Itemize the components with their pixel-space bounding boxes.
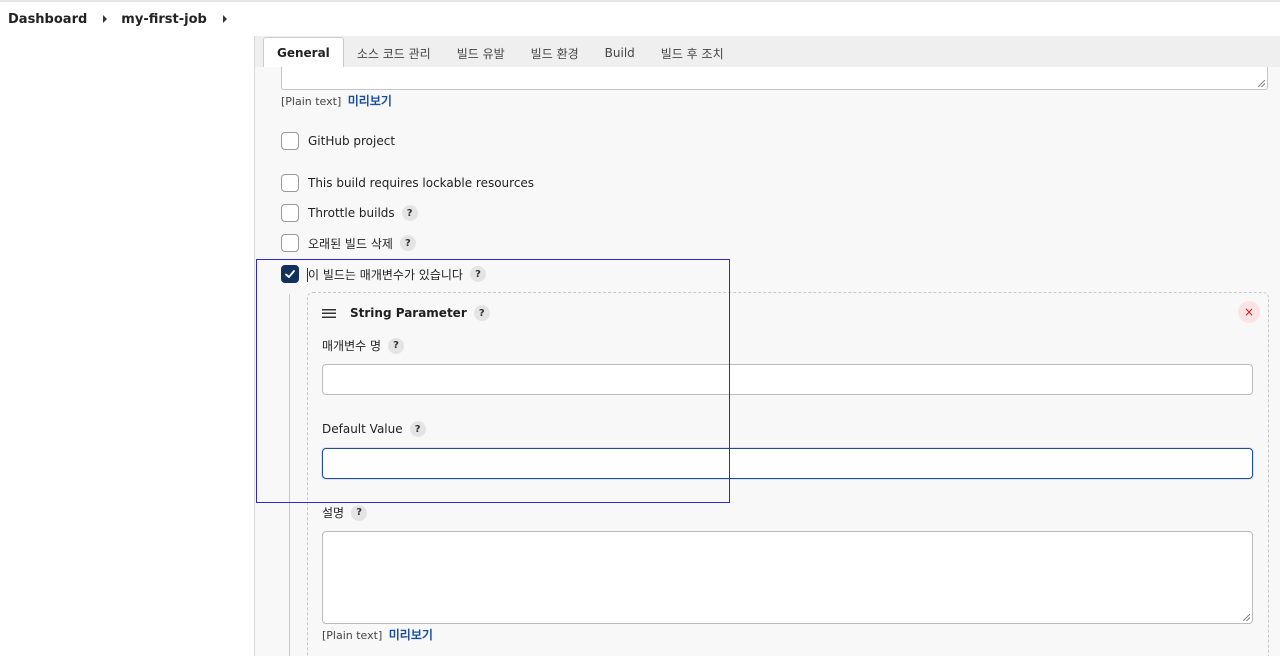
section-indent-line <box>289 294 290 656</box>
lockable-resources-checkbox[interactable] <box>281 174 299 192</box>
resize-grip-icon[interactable] <box>1243 614 1250 621</box>
help-icon[interactable]: ? <box>351 504 368 521</box>
sidebar <box>0 36 254 656</box>
preview-link[interactable]: 미리보기 <box>389 628 433 642</box>
option-label: 오래된 빌드 삭제 <box>308 236 393 251</box>
help-icon[interactable]: ? <box>388 337 405 354</box>
github-project-checkbox[interactable] <box>281 132 299 150</box>
string-parameter-block: String Parameter ? × 매개변수 명 ? Default Va… <box>307 292 1269 656</box>
parameter-title: String Parameter <box>350 306 467 320</box>
config-tabs: General 소스 코드 관리 빌드 유발 빌드 환경 Build 빌드 후 … <box>255 36 1280 67</box>
tab-scm[interactable]: 소스 코드 관리 <box>344 39 444 67</box>
tab-build[interactable]: Build <box>592 39 648 67</box>
close-icon[interactable]: × <box>1238 301 1260 323</box>
help-icon[interactable]: ? <box>469 266 486 282</box>
resize-grip-icon[interactable] <box>1258 80 1265 87</box>
option-parameterized: 이 빌드는 매개변수가 있습니다 ? <box>281 265 486 283</box>
chevron-right-icon[interactable] <box>103 15 108 23</box>
parameter-name-label: 매개변수 명 ? <box>322 337 405 354</box>
parameter-description-format: [Plain text] 미리보기 <box>322 626 433 643</box>
option-throttle-builds: Throttle builds ? <box>281 204 418 222</box>
chevron-right-icon[interactable] <box>222 15 227 23</box>
option-label: 이 빌드는 매개변수가 있습니다 <box>308 267 463 282</box>
plain-text-label: [Plain text] <box>281 95 342 108</box>
help-icon[interactable]: ? <box>399 235 416 251</box>
help-icon[interactable]: ? <box>473 305 490 321</box>
tab-build-environment[interactable]: 빌드 환경 <box>518 39 592 67</box>
check-icon <box>285 270 295 278</box>
plain-text-label: [Plain text] <box>322 629 383 642</box>
help-icon[interactable]: ? <box>401 205 418 221</box>
description-format: [Plain text] 미리보기 <box>281 92 392 109</box>
field-label: Default Value <box>322 422 403 436</box>
preview-link[interactable]: 미리보기 <box>348 94 392 108</box>
breadcrumb-dashboard[interactable]: Dashboard <box>8 12 87 27</box>
tab-build-triggers[interactable]: 빌드 유발 <box>444 39 518 67</box>
help-icon[interactable]: ? <box>409 421 426 437</box>
text-caret <box>307 268 308 282</box>
tab-post-build[interactable]: 빌드 후 조치 <box>648 39 737 67</box>
parameter-header: String Parameter ? <box>322 305 490 321</box>
tab-general[interactable]: General <box>263 37 344 67</box>
field-label: 매개변수 명 <box>322 339 382 353</box>
option-label: This build requires lockable resources <box>308 176 535 190</box>
default-value-input[interactable] <box>322 448 1253 479</box>
option-label: Throttle builds <box>308 206 395 220</box>
option-label: GitHub project <box>308 134 396 148</box>
option-github-project: GitHub project <box>281 132 395 150</box>
parameterized-checkbox[interactable] <box>281 265 299 283</box>
option-discard-old-builds: 오래된 빌드 삭제 ? <box>281 234 416 252</box>
config-panel: General 소스 코드 관리 빌드 유발 빌드 환경 Build 빌드 후 … <box>254 36 1280 656</box>
breadcrumb: Dashboard my-first-job <box>0 2 1280 36</box>
parameter-description-textarea[interactable] <box>322 531 1253 624</box>
parameter-name-input[interactable] <box>322 364 1253 395</box>
field-label: 설명 <box>322 506 345 520</box>
throttle-builds-checkbox[interactable] <box>281 204 299 222</box>
discard-old-builds-checkbox[interactable] <box>281 234 299 252</box>
breadcrumb-job[interactable]: my-first-job <box>121 12 207 27</box>
drag-handle-icon[interactable] <box>322 308 336 318</box>
description-textarea[interactable] <box>281 67 1268 90</box>
parameter-description-label: 설명 ? <box>322 504 368 521</box>
option-lockable-resources: This build requires lockable resources <box>281 174 534 192</box>
default-value-label: Default Value ? <box>322 421 426 437</box>
